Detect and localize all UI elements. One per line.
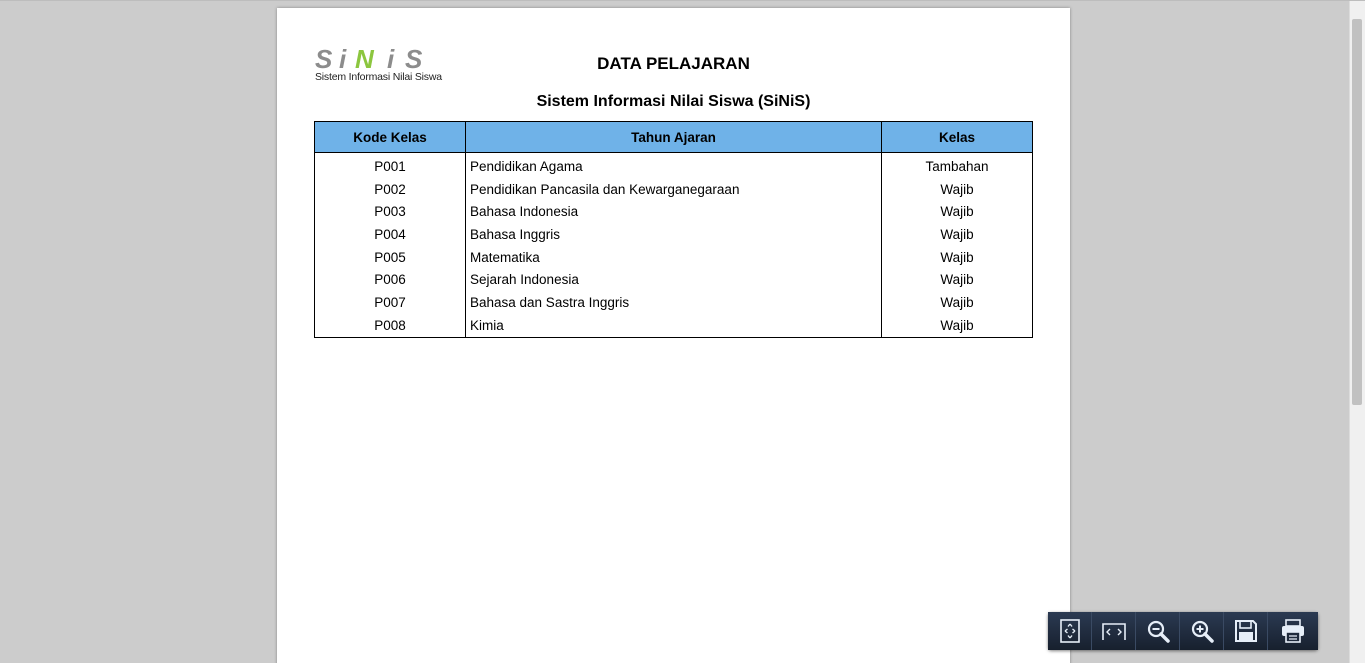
zoom-in-button[interactable] [1180, 612, 1224, 650]
print-button[interactable] [1268, 612, 1318, 650]
cell-code: P002 [314, 177, 466, 201]
fit-width-icon [1101, 623, 1126, 640]
cell-subject: Pendidikan Agama [465, 152, 882, 178]
print-icon [1282, 619, 1304, 643]
fit-page-button[interactable] [1048, 612, 1092, 650]
cell-class: Tambahan [881, 152, 1033, 178]
table-row: P006 Sejarah Indonesia Wajib [314, 268, 1033, 292]
cell-class: Wajib [881, 313, 1033, 338]
cell-class: Wajib [881, 223, 1033, 246]
cell-subject: Bahasa dan Sastra Inggris [465, 291, 882, 314]
table-row: P005 Matematika Wajib [314, 245, 1033, 269]
cell-code: P008 [314, 313, 466, 338]
cell-class: Wajib [881, 291, 1033, 314]
save-icon [1234, 620, 1257, 642]
cell-code: P004 [314, 223, 466, 246]
cell-subject: Matematika [465, 245, 882, 269]
table-row: P007 Bahasa dan Sastra Inggris Wajib [314, 291, 1033, 314]
header-kode-kelas: Kode Kelas [314, 121, 466, 153]
save-button[interactable] [1224, 612, 1268, 650]
cell-subject: Bahasa Inggris [465, 223, 882, 246]
vertical-scrollbar[interactable] [1349, 1, 1365, 663]
table-row: P008 Kimia Wajib [314, 313, 1033, 338]
fit-width-button[interactable] [1092, 612, 1136, 650]
subjects-table: Kode Kelas Tahun Ajaran Kelas P001 Pendi… [314, 121, 1033, 338]
table-row: P004 Bahasa Inggris Wajib [314, 223, 1033, 246]
report-subtitle: Sistem Informasi Nilai Siswa (SiNiS) [536, 93, 811, 110]
fit-page-icon [1059, 619, 1080, 643]
cell-subject: Bahasa Indonesia [465, 200, 882, 224]
cell-code: P003 [314, 200, 466, 224]
report-title: DATA PELAJARAN [597, 54, 750, 73]
cell-class: Wajib [881, 177, 1033, 201]
cell-class: Wajib [881, 200, 1033, 224]
cell-subject: Kimia [465, 313, 882, 338]
viewer-toolbar [1048, 612, 1318, 650]
cell-code: P007 [314, 291, 466, 314]
cell-class: Wajib [881, 268, 1033, 292]
table-row: P001 Pendidikan Agama Tambahan [314, 152, 1033, 178]
zoom-in-icon [1191, 620, 1214, 643]
cell-subject: Pendidikan Pancasila dan Kewarganegaraan [465, 177, 882, 201]
zoom-out-icon [1147, 620, 1170, 643]
cell-class: Wajib [881, 245, 1033, 269]
cell-code: P005 [314, 245, 466, 269]
zoom-out-button[interactable] [1136, 612, 1180, 650]
report-page: S i N i S Sistem Informasi Nilai Siswa D… [277, 8, 1070, 663]
header-kelas: Kelas [881, 121, 1033, 153]
scrollbar-thumb[interactable] [1352, 19, 1362, 405]
cell-code: P001 [314, 152, 466, 178]
table-header-row: Kode Kelas Tahun Ajaran Kelas [314, 121, 1033, 153]
header-tahun-ajaran: Tahun Ajaran [465, 121, 882, 153]
table-row: P003 Bahasa Indonesia Wajib [314, 200, 1033, 224]
cell-code: P006 [314, 268, 466, 292]
cell-subject: Sejarah Indonesia [465, 268, 882, 292]
table-row: P002 Pendidikan Pancasila dan Kewarganeg… [314, 177, 1033, 201]
pdf-viewer: S i N i S Sistem Informasi Nilai Siswa D… [0, 0, 1365, 663]
